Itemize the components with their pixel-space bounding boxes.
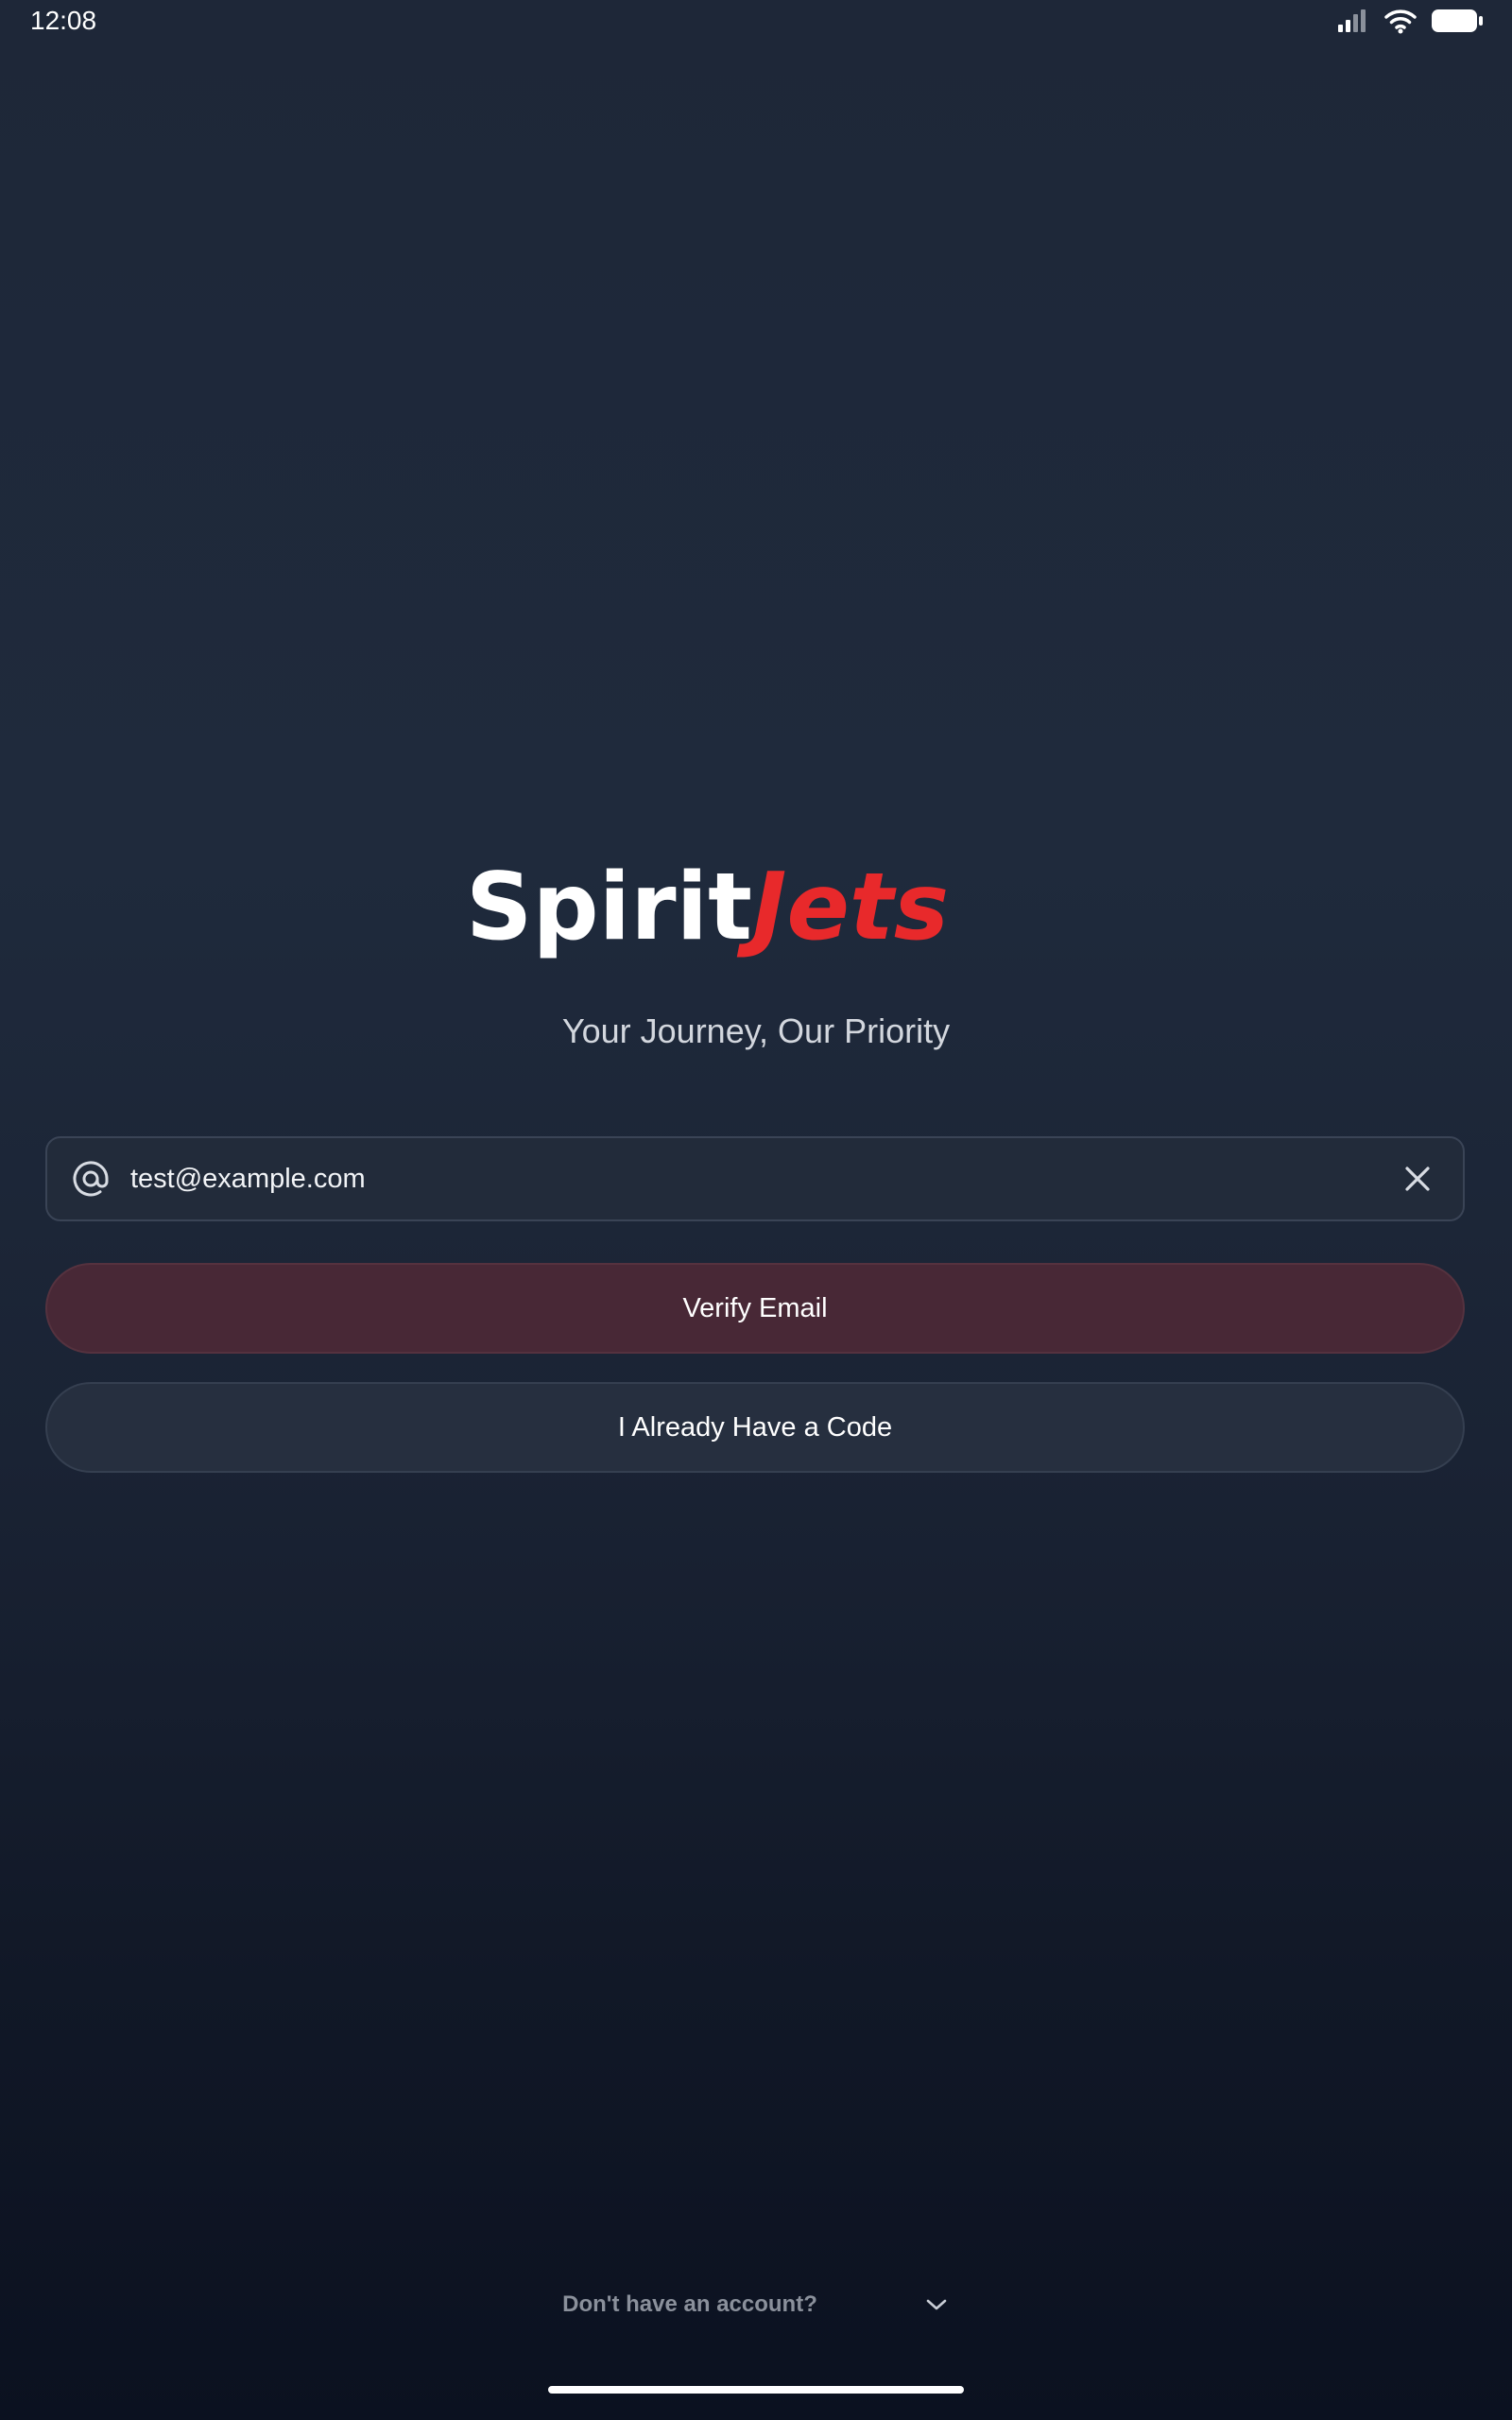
chevron-down-icon[interactable]: [923, 2291, 950, 2318]
email-input[interactable]: test@example.com: [130, 1164, 1399, 1195]
have-code-button[interactable]: I Already Have a Code: [45, 1382, 1465, 1473]
brand-logo: Spirit Jets: [0, 856, 1512, 978]
status-bar: 12:08: [0, 0, 1512, 45]
battery-icon: [1431, 8, 1484, 34]
logo-text-jets: Jets: [736, 856, 949, 961]
tagline: Your Journey, Our Priority: [561, 1011, 951, 1050]
verify-email-button[interactable]: Verify Email: [45, 1263, 1465, 1354]
email-field[interactable]: test@example.com: [45, 1136, 1465, 1221]
status-time: 12:08: [30, 6, 97, 35]
status-icons: [1336, 8, 1484, 34]
signal-icon: [1336, 9, 1370, 33]
at-icon: [70, 1158, 112, 1200]
signup-prompt[interactable]: Don't have an account?: [562, 2291, 817, 2318]
close-icon[interactable]: [1399, 1160, 1436, 1198]
wifi-icon: [1383, 8, 1418, 34]
signup-prompt-row[interactable]: Don't have an account?: [0, 2291, 1512, 2318]
have-code-label: I Already Have a Code: [617, 1411, 893, 1443]
logo-text-spirit: Spirit: [472, 856, 752, 961]
verify-email-label: Verify Email: [682, 1292, 828, 1323]
home-indicator[interactable]: [548, 2386, 964, 2394]
